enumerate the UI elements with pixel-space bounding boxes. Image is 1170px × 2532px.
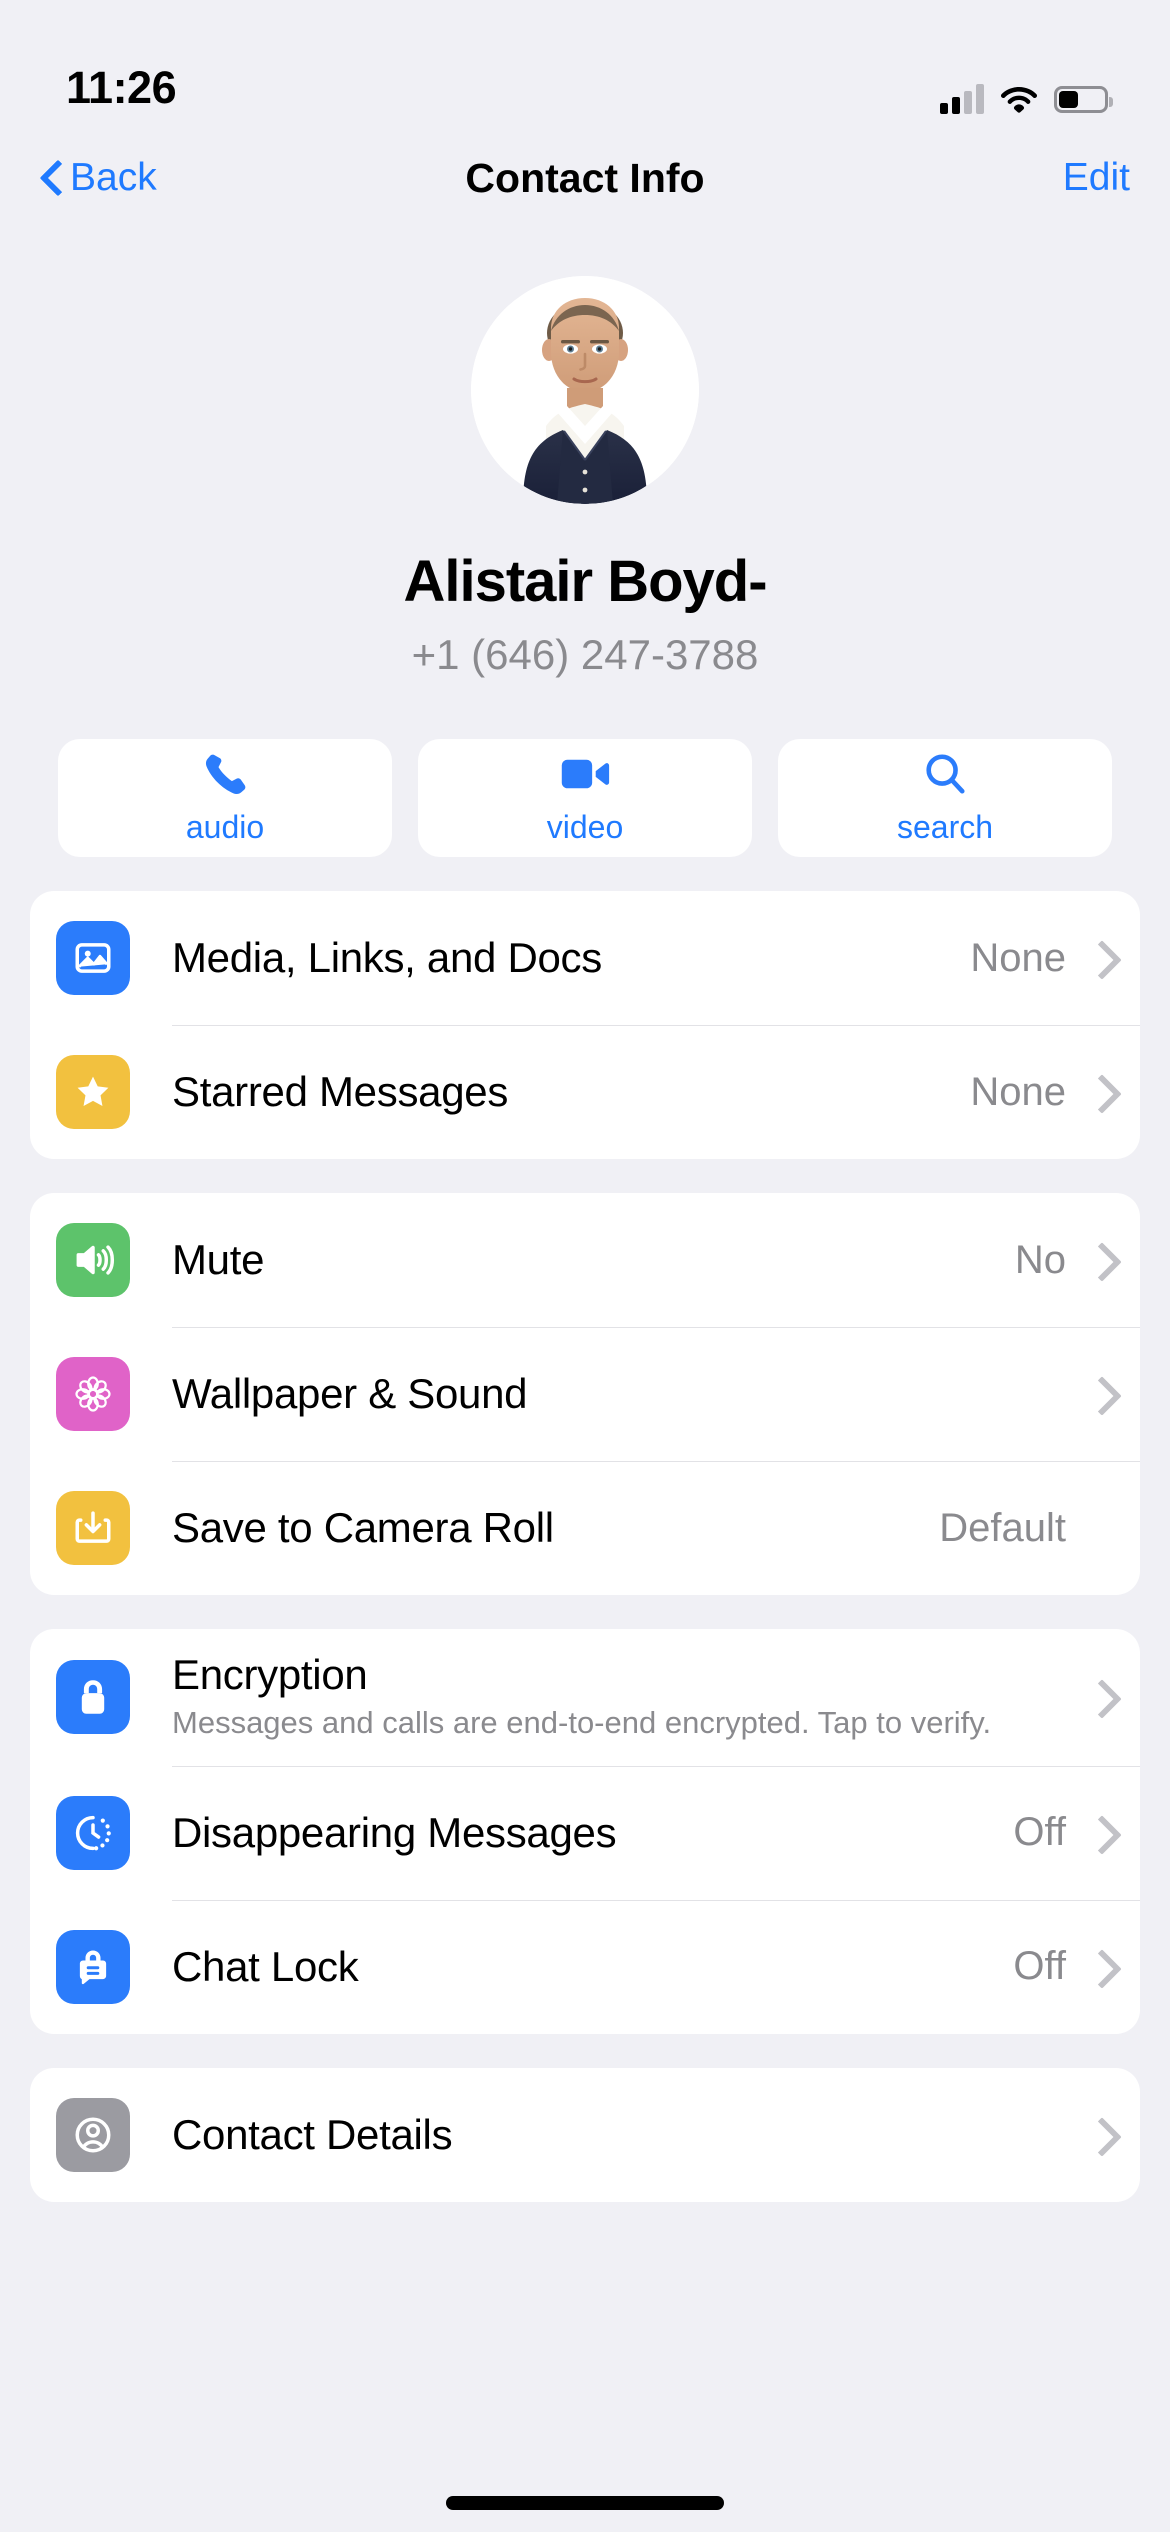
back-button[interactable]: Back xyxy=(40,156,157,200)
row-label: Mute xyxy=(172,1236,265,1283)
privacy-group: Encryption Messages and calls are end-to… xyxy=(30,1629,1140,2034)
timer-icon xyxy=(56,1795,130,1870)
chevron-right-icon xyxy=(1088,945,1114,971)
row-save-to-camera-roll[interactable]: Save to Camera Roll Default xyxy=(30,1461,1140,1595)
edit-button[interactable]: Edit xyxy=(1063,156,1130,200)
page-title: Contact Info xyxy=(465,154,705,201)
chevron-right-icon xyxy=(1088,1079,1114,1105)
contact-name: Alistair Boyd- xyxy=(403,549,767,614)
chat-settings-group: Mute No Wallpaper & Sound Save to Camera… xyxy=(30,1193,1140,1595)
row-label: Contact Details xyxy=(172,2110,453,2158)
row-value: None xyxy=(970,935,1066,980)
row-text: Wallpaper & Sound xyxy=(172,1348,1066,1440)
navigation-bar: Back Contact Info Edit xyxy=(0,132,1170,224)
row-value: Off xyxy=(1013,1944,1066,1989)
audio-call-label: audio xyxy=(185,808,265,845)
contact-details-group: Contact Details xyxy=(30,2067,1140,2202)
flower-icon xyxy=(56,1357,130,1431)
row-label: Media, Links, and Docs xyxy=(172,934,602,981)
download-icon xyxy=(56,1491,130,1565)
row-label: Starred Messages xyxy=(172,1068,509,1115)
video-call-label: video xyxy=(546,808,624,845)
chevron-left-icon xyxy=(40,161,60,195)
chevron-right-icon xyxy=(1088,1684,1114,1710)
chevron-right-icon xyxy=(1088,1954,1114,1980)
back-button-label: Back xyxy=(70,156,157,199)
row-label: Wallpaper & Sound xyxy=(172,1370,528,1417)
chevron-right-icon xyxy=(1088,1247,1114,1273)
status-bar-indicators xyxy=(940,84,1113,114)
row-label: Encryption xyxy=(172,1651,368,1698)
profile-header: Alistair Boyd- +1 (646) 247-3788 xyxy=(0,224,1170,679)
row-value: None xyxy=(970,1069,1066,1114)
row-wallpaper-sound[interactable]: Wallpaper & Sound xyxy=(30,1327,1140,1461)
home-indicator[interactable] xyxy=(446,2496,724,2510)
row-text: Contact Details xyxy=(172,2089,1066,2181)
row-value: Off xyxy=(1013,1810,1066,1855)
quick-actions: audio video search xyxy=(0,679,1170,857)
status-bar-time: 11:26 xyxy=(66,62,177,113)
row-value: Default xyxy=(939,1505,1066,1550)
row-label: Save to Camera Roll xyxy=(172,1504,554,1551)
row-subtitle: Messages and calls are end-to-end encryp… xyxy=(172,1705,992,1740)
row-text: Save to Camera Roll xyxy=(172,1482,921,1574)
lock-icon xyxy=(56,1660,130,1735)
contact-avatar-photo xyxy=(471,276,699,504)
row-text: Mute xyxy=(172,1214,997,1306)
chevron-right-icon xyxy=(1088,1820,1114,1846)
contact-avatar[interactable] xyxy=(471,276,699,504)
row-mute[interactable]: Mute No xyxy=(30,1193,1140,1327)
row-label: Chat Lock xyxy=(172,1942,359,1990)
chevron-right-icon xyxy=(1088,1381,1114,1407)
contact-phone: +1 (646) 247-3788 xyxy=(411,631,759,678)
media-group: Media, Links, and Docs None Starred Mess… xyxy=(30,891,1140,1159)
row-media-links-docs[interactable]: Media, Links, and Docs None xyxy=(30,891,1140,1025)
chevron-right-icon xyxy=(1088,2122,1114,2148)
speaker-icon xyxy=(56,1223,130,1297)
row-text: Disappearing Messages xyxy=(172,1787,995,1879)
row-value: No xyxy=(1014,1237,1066,1282)
video-camera-icon xyxy=(560,751,610,797)
row-chat-lock[interactable]: Chat Lock Off xyxy=(30,1899,1140,2034)
search-button-label: search xyxy=(896,808,994,845)
battery-icon xyxy=(1054,85,1113,113)
wifi-icon xyxy=(1000,85,1038,113)
row-text: Chat Lock xyxy=(172,1921,995,2013)
search-button[interactable]: search xyxy=(778,739,1112,857)
contact-card-icon xyxy=(56,2097,130,2172)
chat-lock-icon xyxy=(56,1929,130,2004)
row-text: Encryption Messages and calls are end-to… xyxy=(172,1629,1066,1766)
audio-call-button[interactable]: audio xyxy=(58,739,392,857)
row-disappearing-messages[interactable]: Disappearing Messages Off xyxy=(30,1765,1140,1900)
row-label: Disappearing Messages xyxy=(172,1808,617,1856)
video-call-button[interactable]: video xyxy=(418,739,752,857)
row-text: Starred Messages xyxy=(172,1046,952,1138)
photo-icon xyxy=(56,921,130,995)
row-encryption[interactable]: Encryption Messages and calls are end-to… xyxy=(30,1629,1140,1766)
phone-icon xyxy=(202,751,248,797)
star-icon xyxy=(56,1055,130,1129)
row-starred-messages[interactable]: Starred Messages None xyxy=(30,1025,1140,1159)
search-icon xyxy=(922,751,968,797)
status-bar: 11:26 xyxy=(0,0,1170,132)
row-contact-details[interactable]: Contact Details xyxy=(30,2068,1140,2202)
cellular-signal-icon xyxy=(940,84,984,114)
row-text: Media, Links, and Docs xyxy=(172,912,952,1004)
